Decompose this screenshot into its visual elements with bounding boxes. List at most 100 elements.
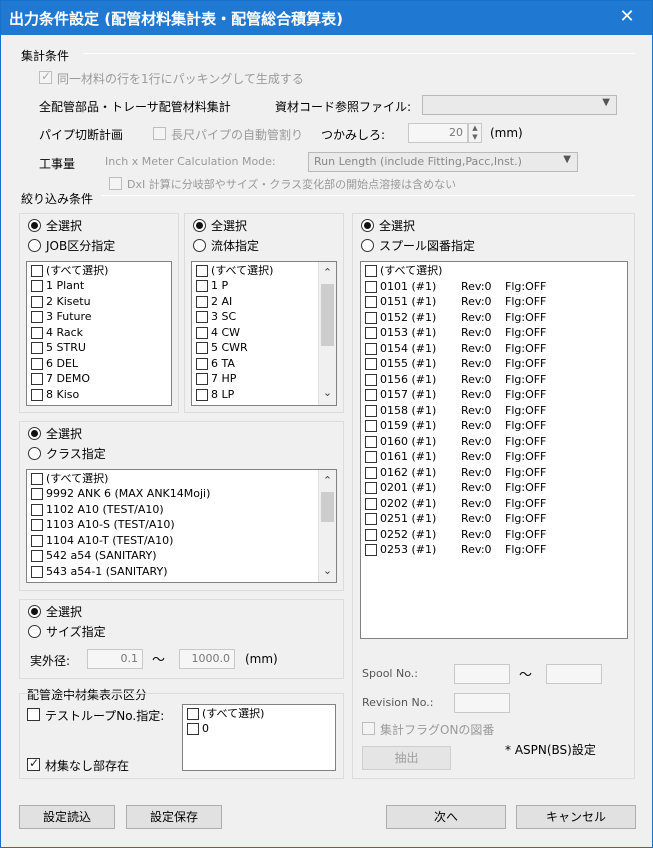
grip-unit: (mm) [490,126,523,140]
cancel-button[interactable]: キャンセル [516,805,636,829]
spool-select-all-radio[interactable] [361,219,374,232]
list-item-checkbox[interactable] [31,504,43,516]
list-item-checkbox[interactable] [365,343,377,355]
list-item-checkbox[interactable] [365,281,377,293]
list-item-checkbox[interactable] [365,467,377,479]
chevron-up-icon[interactable]: ⌃ [319,472,336,490]
list-item-checkbox[interactable] [31,488,43,500]
list-item-checkbox[interactable] [365,312,377,324]
list-item-checkbox[interactable] [187,708,199,720]
mode-select[interactable]: Run Length (include Fitting,Pacc,Inst.) … [308,152,578,172]
save-settings-button[interactable]: 設定保存 [126,805,222,829]
packing-checkbox[interactable] [39,69,52,84]
list-item-checkbox[interactable] [365,374,377,386]
list-item-checkbox[interactable] [31,265,43,277]
class-specify-label: クラス指定 [46,447,106,461]
close-icon[interactable]: ✕ [616,6,638,27]
grip-input[interactable]: 20 [408,123,468,143]
chevron-down-icon: ▼ [563,154,571,165]
list-item-checkbox[interactable] [31,389,43,401]
flag-checkbox[interactable] [362,722,375,735]
material-code-label: 資材コード参照ファイル: [275,100,412,114]
testloop-list[interactable]: (すべて選択) 0 [182,704,336,771]
list-item-checkbox[interactable] [365,296,377,308]
load-settings-button[interactable]: 設定読込 [19,805,115,829]
extract-button[interactable]: 抽出 [362,746,451,770]
list-item-checkbox[interactable] [31,342,43,354]
fluid-select-all-radio[interactable] [193,219,206,232]
list-item-checkbox[interactable] [365,513,377,525]
list-item-checkbox[interactable] [365,389,377,401]
chevron-up-icon[interactable]: ⌃ [319,264,336,282]
chevron-down-icon[interactable]: ⌄ [319,384,336,402]
material-code-select[interactable]: ▼ [422,95,617,115]
list-item-checkbox[interactable] [365,544,377,556]
od-label: 実外径: [30,654,71,668]
list-item-checkbox[interactable] [31,550,43,562]
spool-no-to-input[interactable] [546,664,602,684]
list-item-checkbox[interactable] [365,358,377,370]
fluid-select-all-label: 全選択 [211,219,248,233]
class-scrollbar[interactable]: ⌃ ⌄ [318,470,336,582]
revision-input[interactable] [454,693,510,713]
size-select-all-label: 全選択 [46,605,83,619]
chevron-down-icon[interactable]: ⌄ [319,562,336,580]
grip-spinner[interactable]: ▲ ▼ [468,123,482,143]
fluid-scrollbar[interactable]: ⌃ ⌄ [318,262,336,405]
fluid-specify-radio[interactable] [193,239,206,252]
output-condition-dialog: 出力条件設定 (配管材料集計表・配管総合積算表) ✕ 集計条件 同一材料の行を1… [0,0,653,848]
list-item-checkbox[interactable] [365,482,377,494]
list-item-checkbox[interactable] [31,327,43,339]
list-item-checkbox[interactable] [365,498,377,510]
job-list[interactable]: (すべて選択) 1 Plant 2 Kisetu 3 Future 4 Rack… [26,261,172,406]
list-item-checkbox[interactable] [196,342,208,354]
no-material-checkbox[interactable] [27,756,40,771]
list-item-checkbox[interactable] [31,519,43,531]
class-list[interactable]: (すべて選択) 9992 ANK 6 (MAX ANK14Moji) 1102 … [26,469,337,583]
mode-value: Run Length (include Fitting,Pacc,Inst.) [314,155,522,168]
spool-no-from-input[interactable] [454,664,510,684]
long-pipe-checkbox[interactable] [153,127,166,140]
list-item-checkbox[interactable] [365,420,377,432]
next-button[interactable]: 次へ [386,805,506,829]
list-item-checkbox[interactable] [187,723,199,735]
list-item-checkbox[interactable] [31,373,43,385]
od-min-input[interactable]: 0.1 [87,649,143,669]
list-item-checkbox[interactable] [196,327,208,339]
job-select-all-radio[interactable] [28,219,41,232]
list-item-checkbox[interactable] [365,451,377,463]
list-item-checkbox[interactable] [31,358,43,370]
size-specify-radio[interactable] [28,625,41,638]
dxi-checkbox[interactable] [109,177,122,190]
list-item-checkbox[interactable] [365,265,377,277]
list-item-checkbox[interactable] [196,389,208,401]
od-unit: (mm) [245,652,278,666]
list-item-checkbox[interactable] [196,311,208,323]
list-item-checkbox[interactable] [196,265,208,277]
list-item-checkbox[interactable] [31,535,43,547]
testloop-checkbox[interactable] [27,708,40,721]
fluid-list[interactable]: (すべて選択) 1 P 2 AI 3 SC 4 CW 5 CWR 6 TA 7 … [191,261,337,406]
spool-list[interactable]: (すべて選択) 0101 (#1) Rev:0 Flg:OFF 0151 (#1) R… [360,261,628,639]
list-item-checkbox[interactable] [365,327,377,339]
list-item-checkbox[interactable] [196,280,208,292]
list-item-checkbox[interactable] [31,566,43,578]
job-specify-radio[interactable] [28,239,41,252]
list-item-checkbox[interactable] [196,358,208,370]
list-item-checkbox[interactable] [31,311,43,323]
list-item-checkbox[interactable] [365,405,377,417]
class-specify-radio[interactable] [28,447,41,460]
list-item-checkbox[interactable] [31,296,43,308]
list-item-checkbox[interactable] [365,436,377,448]
list-item-checkbox[interactable] [365,529,377,541]
list-item-checkbox[interactable] [196,373,208,385]
spool-specify-radio[interactable] [361,239,374,252]
list-item-checkbox[interactable] [31,280,43,292]
scroll-thumb[interactable] [321,284,334,346]
scroll-thumb[interactable] [321,492,334,522]
list-item-checkbox[interactable] [196,296,208,308]
class-select-all-radio[interactable] [28,427,41,440]
size-select-all-radio[interactable] [28,605,41,618]
list-item-checkbox[interactable] [31,473,43,485]
od-max-input[interactable]: 1000.0 [179,649,235,669]
